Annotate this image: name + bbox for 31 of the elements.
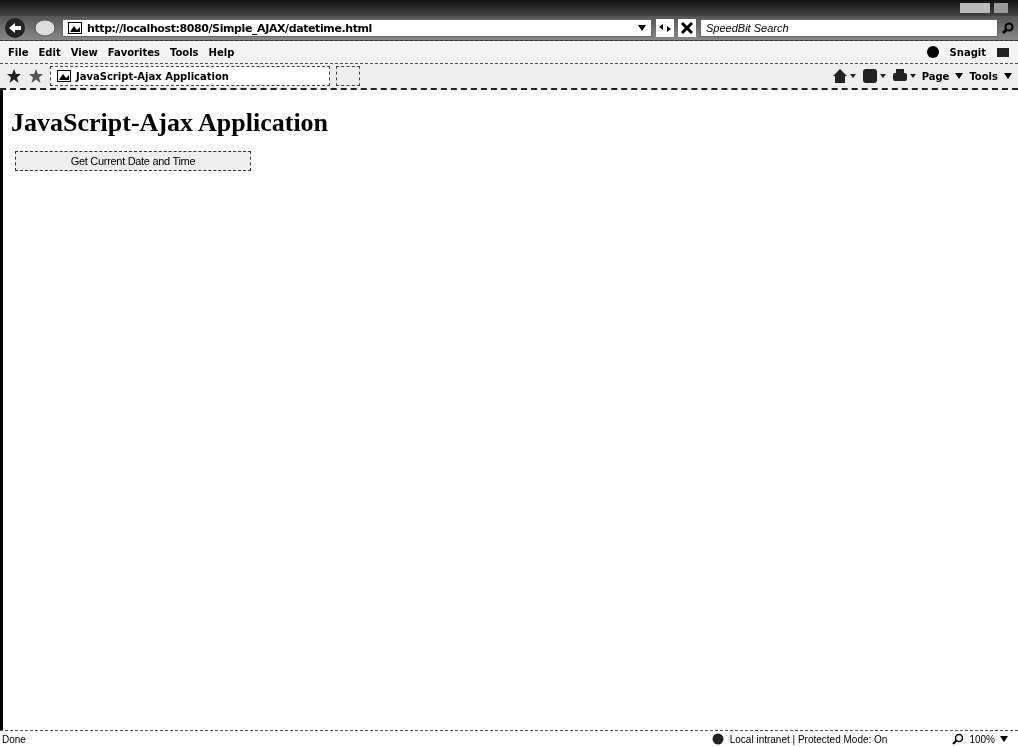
dropdown-icon[interactable] xyxy=(1000,736,1008,742)
get-date-time-button[interactable]: Get Current Date and Time xyxy=(15,151,251,171)
print-icon[interactable] xyxy=(891,68,916,84)
page-icon xyxy=(68,22,82,34)
snagit-button[interactable]: Snagit xyxy=(949,46,986,58)
security-zone[interactable]: Local intranet | Protected Mode: On xyxy=(729,733,888,745)
zoom-level[interactable]: 100% xyxy=(969,733,995,745)
address-field[interactable]: http://localhost:8080/Simple_AJAX/datetime.html xyxy=(62,19,652,37)
command-menu[interactable]: Page xyxy=(921,70,950,82)
status-text: Done xyxy=(2,733,26,745)
dropdown-icon[interactable] xyxy=(638,25,646,31)
search-icon[interactable] xyxy=(1002,22,1014,34)
close-icon[interactable] xyxy=(678,19,696,37)
command-menu[interactable]: Tools xyxy=(969,70,998,82)
menu-item[interactable]: View xyxy=(70,46,98,58)
home-icon[interactable] xyxy=(831,68,856,84)
menu-item[interactable]: Tools xyxy=(169,46,199,58)
zoom-icon[interactable] xyxy=(952,733,965,745)
menu-item[interactable]: Help xyxy=(208,46,235,58)
caret-icon[interactable] xyxy=(955,73,964,79)
menu-item[interactable]: Favorites xyxy=(107,46,160,58)
favorites-star-icon[interactable] xyxy=(6,68,22,84)
search-field[interactable]: SpeedBit Search xyxy=(700,19,998,37)
browser-tab[interactable]: JavaScript-Ajax Application xyxy=(50,66,330,86)
page-icon xyxy=(57,70,71,82)
add-favorite-icon[interactable] xyxy=(28,68,44,84)
menu-item[interactable]: File xyxy=(8,46,29,58)
menu-item[interactable]: Edit xyxy=(38,46,61,58)
caret-icon[interactable] xyxy=(1004,73,1012,79)
page-heading: JavaScript-Ajax Application xyxy=(11,108,330,138)
new-tab-button[interactable] xyxy=(336,66,360,86)
